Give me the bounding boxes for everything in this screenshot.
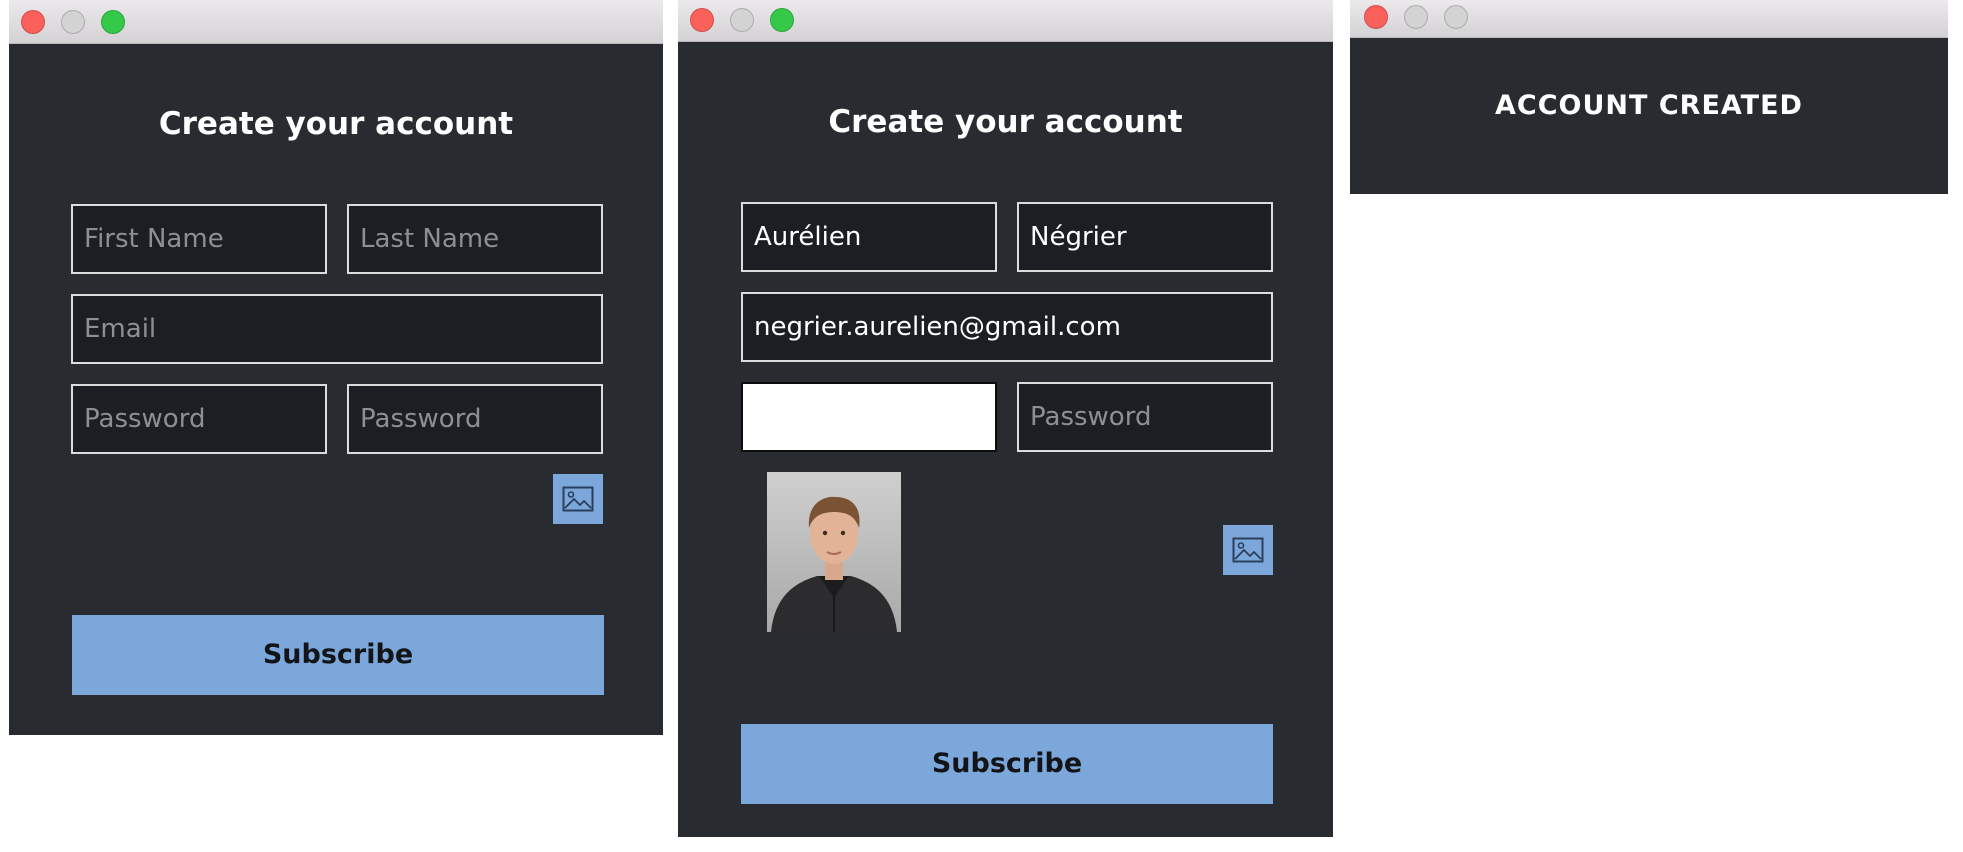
minimize-button[interactable] xyxy=(730,8,754,32)
zoom-button[interactable] xyxy=(101,10,125,34)
minimize-button[interactable] xyxy=(1404,5,1428,29)
form-panel: Create your account Aurélien Négrier neg… xyxy=(678,42,1333,837)
last-name-field[interactable]: Last Name xyxy=(347,204,603,274)
confirmation-panel: ACCOUNT CREATED xyxy=(1350,38,1948,194)
profile-photo xyxy=(767,472,901,632)
first-name-field[interactable]: First Name xyxy=(71,204,327,274)
email-field[interactable]: Email xyxy=(71,294,603,364)
account-created-window: ACCOUNT CREATED xyxy=(1350,0,1948,194)
signup-window-empty: Create your account First Name Last Name… xyxy=(9,0,663,735)
zoom-button[interactable] xyxy=(1444,5,1468,29)
titlebar xyxy=(1350,0,1948,38)
close-button[interactable] xyxy=(1364,5,1388,29)
titlebar xyxy=(9,0,663,44)
last-name-field[interactable]: Négrier xyxy=(1017,202,1273,272)
person-photo-image xyxy=(767,472,901,632)
upload-image-button[interactable] xyxy=(1223,525,1273,575)
image-icon xyxy=(1232,537,1264,563)
password-confirm-field[interactable]: Password xyxy=(347,384,603,454)
subscribe-button[interactable]: Subscribe xyxy=(741,724,1273,804)
email-field[interactable]: negrier.aurelien@gmail.com xyxy=(741,292,1273,362)
subscribe-button[interactable]: Subscribe xyxy=(72,615,604,695)
signup-window-filled: Create your account Aurélien Négrier neg… xyxy=(678,0,1333,837)
form-panel: Create your account First Name Last Name… xyxy=(9,44,663,735)
zoom-button[interactable] xyxy=(770,8,794,32)
close-button[interactable] xyxy=(21,10,45,34)
page-title: Create your account xyxy=(828,104,1183,140)
password-field[interactable]: Password xyxy=(71,384,327,454)
image-icon xyxy=(562,486,594,512)
minimize-button[interactable] xyxy=(61,10,85,34)
titlebar xyxy=(678,0,1333,42)
close-button[interactable] xyxy=(690,8,714,32)
first-name-field[interactable]: Aurélien xyxy=(741,202,997,272)
password-field[interactable] xyxy=(741,382,997,452)
page-title: Create your account xyxy=(158,106,514,142)
upload-image-button[interactable] xyxy=(553,474,603,524)
confirmation-title: ACCOUNT CREATED xyxy=(1495,90,1803,121)
password-confirm-field[interactable]: Password xyxy=(1017,382,1273,452)
